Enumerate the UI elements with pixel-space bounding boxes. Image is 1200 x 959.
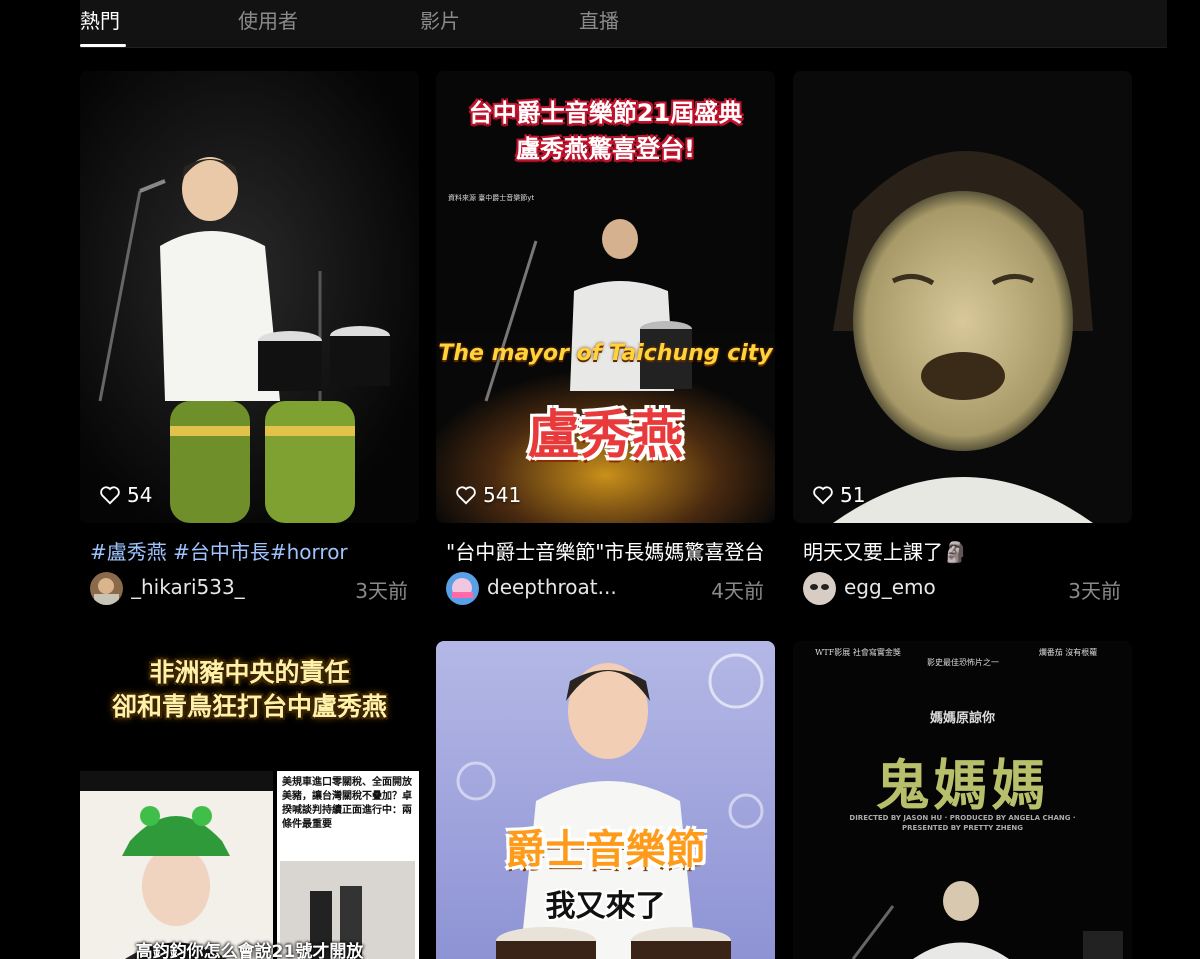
video-thumbnail-image	[80, 71, 419, 523]
award-laurel-3: 爛番茄 沒有根蘿	[1038, 648, 1098, 657]
username[interactable]: deepthroat...	[487, 575, 617, 599]
tab-videos[interactable]: 影片	[420, 5, 460, 34]
overlay-name: 盧秀燕	[527, 406, 684, 466]
post-time: 3天前	[355, 579, 408, 603]
avatar[interactable]	[90, 572, 123, 605]
heart-icon	[813, 486, 833, 505]
post-time: 3天前	[1068, 579, 1121, 603]
overlay-source: 資料來源 臺中爵士音樂節yt	[448, 194, 535, 202]
poster-title: 鬼媽媽	[875, 753, 1050, 817]
video-thumbnail-image	[793, 71, 1132, 523]
award-laurel-2: 影史最佳恐怖片之一	[927, 658, 999, 667]
overlay-title-line2: 卻和青鳥狂打台中盧秀燕	[111, 692, 387, 721]
video-caption[interactable]: 明天又要上課了🗿	[803, 536, 1128, 565]
video-meta: egg_emo 3天前	[803, 571, 1121, 605]
video-thumbnail[interactable]: 51	[793, 71, 1132, 523]
video-meta: _hikari533_ 3天前	[90, 571, 408, 605]
overlay-title-line2: 我又來了	[545, 889, 666, 924]
post-time: 4天前	[711, 579, 764, 603]
overlay-subtitle: 高鈞鈞你怎么會說21號才開放	[135, 942, 364, 959]
like-count-value: 51	[840, 483, 866, 507]
tab-live[interactable]: 直播	[579, 5, 619, 34]
search-tab-bar: 熱門 使用者 影片 直播	[80, 0, 1167, 48]
tab-users[interactable]: 使用者	[238, 5, 298, 34]
active-tab-indicator	[80, 44, 126, 47]
overlay-news-headline: 美規車進口零關稅、全面開放美豬，讓台灣關稅不疊加？卓揆喊談判持續正面進行中：兩條…	[282, 777, 412, 830]
username[interactable]: egg_emo	[844, 575, 936, 599]
video-thumbnail[interactable]: 非洲豬中央的責任 卻和青鳥狂打台中盧秀燕 美規車進口零關稅、全面開放美豬，讓台灣…	[80, 641, 419, 959]
poster-credits: DIRECTED BY JASON HU · PRODUCED BY ANGEL…	[849, 814, 1076, 832]
like-count-value: 541	[483, 483, 522, 507]
video-thumbnail[interactable]: 台中爵士音樂節21屆盛典 盧秀燕驚喜登台! 資料來源 臺中爵士音樂節yt The…	[436, 71, 775, 523]
overlay-title-line1: 爵士音樂節	[505, 827, 706, 873]
avatar[interactable]	[803, 572, 836, 605]
heart-icon	[100, 486, 120, 505]
video-thumbnail[interactable]: 54	[80, 71, 419, 523]
username[interactable]: _hikari533_	[131, 575, 245, 599]
overlay-script: The mayor of Taichung city	[438, 341, 773, 366]
avatar[interactable]	[446, 572, 479, 605]
like-count-value: 54	[127, 483, 153, 507]
tab-top[interactable]: 熱門	[80, 5, 120, 34]
overlay-title-line1: 台中爵士音樂節21屆盛典	[468, 99, 743, 127]
poster-tagline: 媽媽原諒你	[929, 711, 995, 726]
video-caption[interactable]: #盧秀燕 #台中市長#horror	[90, 536, 415, 565]
video-thumbnail[interactable]: 爵士音樂節 我又來了	[436, 641, 775, 959]
award-laurel-1: WTF影展 社會寫實金獎	[815, 648, 901, 657]
like-count: 51	[812, 483, 865, 507]
video-caption[interactable]: "台中爵士音樂節"市長媽媽驚喜登台	[446, 536, 771, 565]
overlay-title-line1: 非洲豬中央的責任	[149, 658, 350, 687]
video-thumbnail[interactable]: WTF影展 社會寫實金獎 影史最佳恐怖片之一 爛番茄 沒有根蘿 媽媽原諒你 鬼媽…	[793, 641, 1132, 959]
overlay-title-line2: 盧秀燕驚喜登台!	[516, 135, 695, 163]
like-count: 54	[99, 483, 152, 507]
heart-icon	[456, 486, 476, 505]
like-count: 541	[455, 483, 521, 507]
video-meta: deepthroat... 4天前	[446, 571, 764, 605]
